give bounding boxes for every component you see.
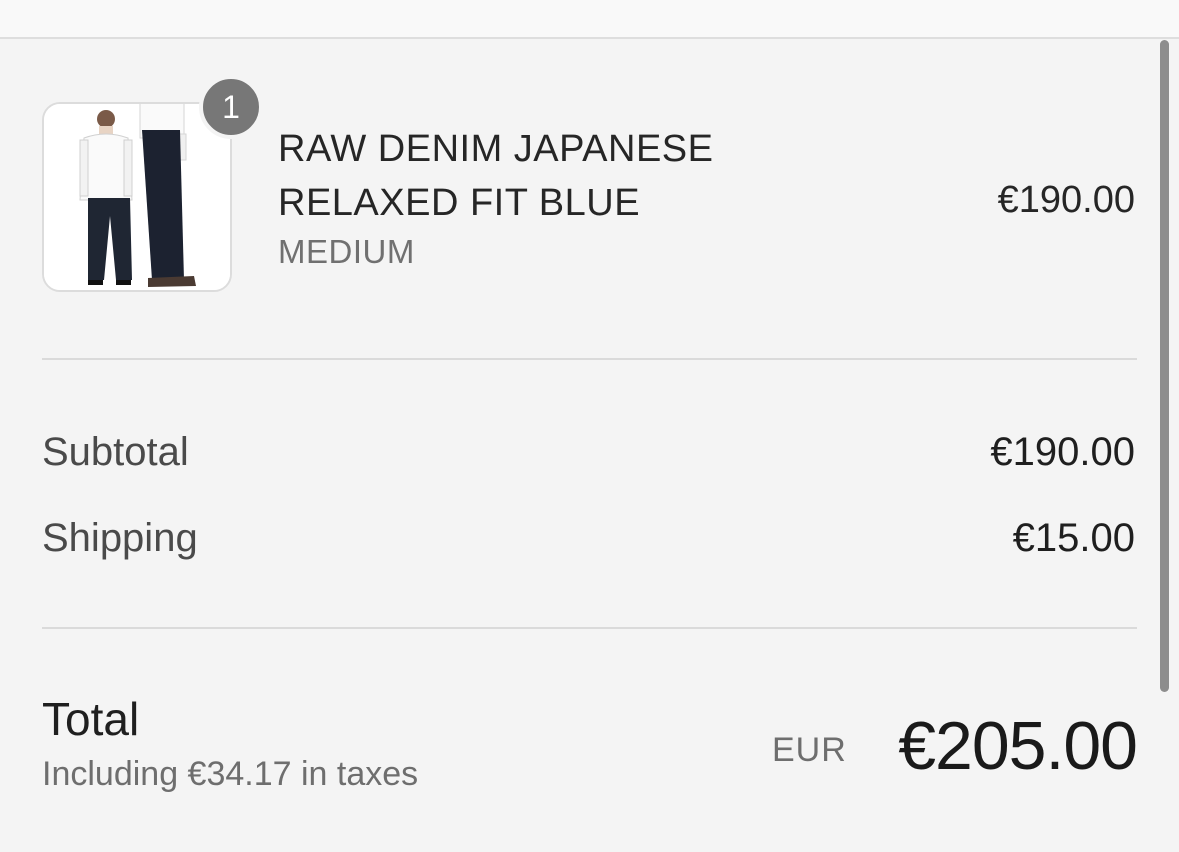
product-name: RAW DENIM JAPANESE RELAXED FIT BLUE — [278, 122, 798, 230]
product-photo — [44, 104, 230, 290]
currency-code: EUR — [772, 731, 847, 769]
quantity-badge: 1 — [199, 75, 263, 139]
divider — [42, 627, 1137, 629]
total-value: €205.00 — [898, 708, 1138, 784]
product-price: €190.00 — [997, 179, 1135, 221]
shipping-label: Shipping — [42, 516, 198, 560]
top-bar — [0, 0, 1179, 39]
product-name-line-2: RELAXED FIT BLUE — [278, 182, 641, 224]
product-variant: MEDIUM — [278, 233, 415, 270]
shipping-value: €15.00 — [1012, 516, 1135, 560]
scrollbar[interactable] — [1160, 40, 1169, 692]
subtotal-label: Subtotal — [42, 430, 189, 474]
tax-note: Including €34.17 in taxes — [42, 755, 419, 793]
product-thumbnail — [42, 102, 232, 292]
subtotal-value: €190.00 — [990, 430, 1135, 474]
divider — [42, 358, 1137, 360]
total-label: Total — [42, 693, 140, 745]
product-name-line-1: RAW DENIM JAPANESE — [278, 128, 714, 170]
